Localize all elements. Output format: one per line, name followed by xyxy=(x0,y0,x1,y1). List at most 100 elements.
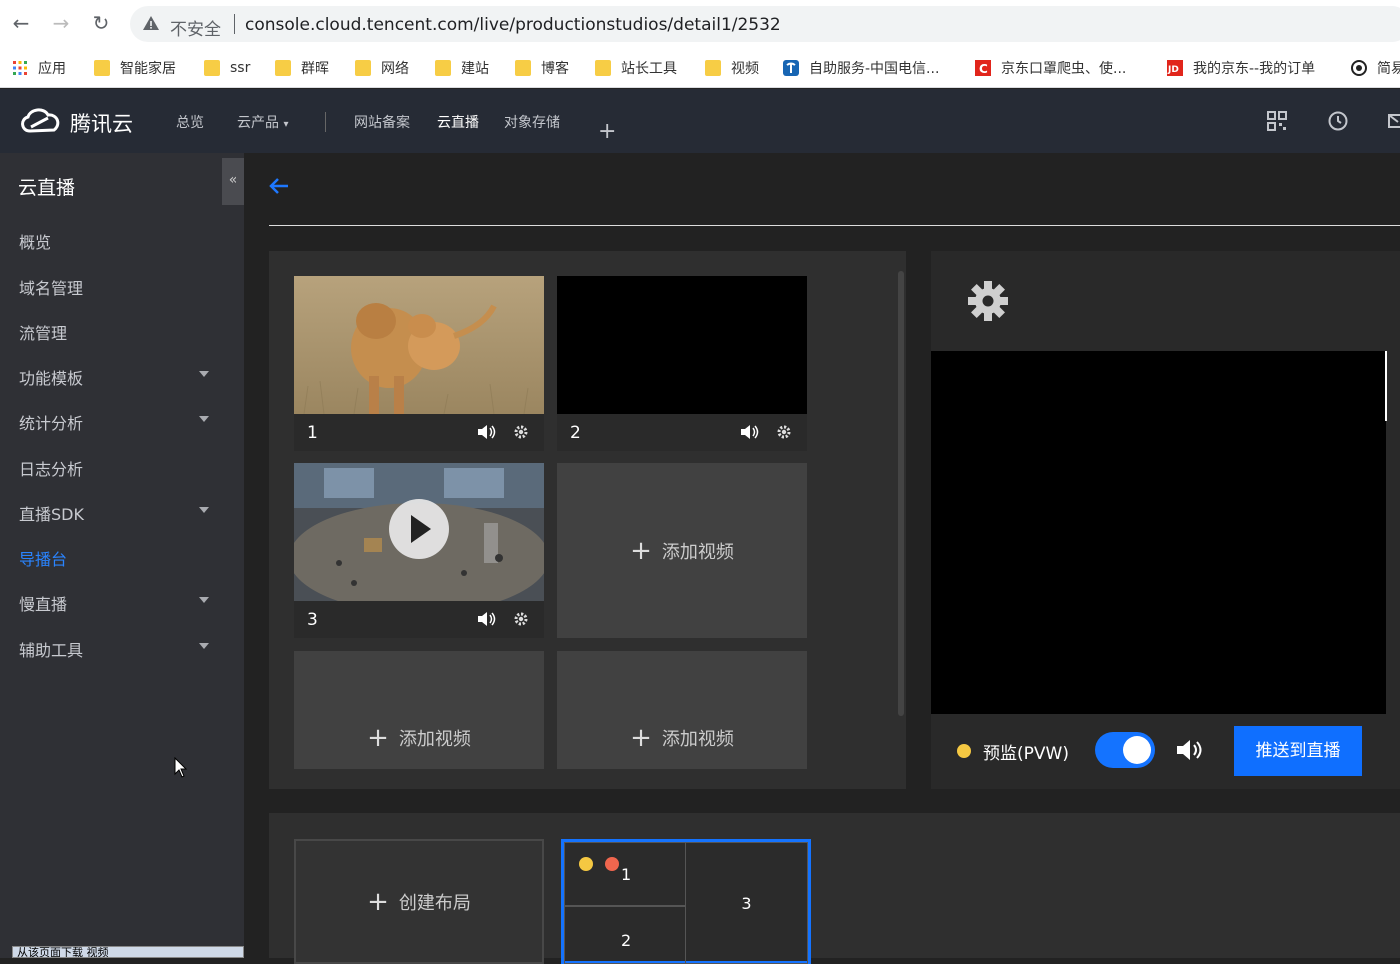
back-icon[interactable]: ← xyxy=(10,12,32,34)
volume-icon[interactable] xyxy=(477,424,497,440)
video-thumbnail[interactable] xyxy=(294,463,544,601)
mouse-cursor-icon xyxy=(174,757,188,778)
warehouse-thumbnail xyxy=(294,463,544,601)
chevron-down-icon xyxy=(199,371,209,377)
c-logo-icon: C xyxy=(975,60,991,76)
bookmark-jd-orders[interactable]: JD 我的京东--我的订单 xyxy=(1167,58,1315,78)
layout-cell: 3 xyxy=(685,842,808,964)
bookmark-folder[interactable]: 建站 xyxy=(435,58,489,78)
qrcode-icon[interactable] xyxy=(1267,111,1287,131)
sidebar-item-analytics[interactable]: 统计分析 xyxy=(19,410,83,434)
sidebar-item-overview[interactable]: 概览 xyxy=(19,229,51,253)
video-thumbnail[interactable] xyxy=(557,276,807,414)
back-arrow-icon[interactable] xyxy=(268,175,290,197)
sidebar-item-tools[interactable]: 辅助工具 xyxy=(19,637,83,661)
chevron-down-icon xyxy=(199,597,209,603)
bookmark-folder[interactable]: 视频 xyxy=(705,58,759,78)
video-thumbnail[interactable] xyxy=(294,276,544,414)
nav-products[interactable]: 云产品 ▾ xyxy=(237,112,288,132)
clock-icon[interactable] xyxy=(1328,111,1348,131)
sidebar-title: 云直播 xyxy=(18,177,76,199)
add-shortcut-button[interactable]: + xyxy=(598,121,616,143)
gear-icon[interactable] xyxy=(513,611,529,627)
folder-icon xyxy=(275,60,291,76)
layout-card[interactable]: 1 2 3 xyxy=(561,839,811,964)
plus-icon: + xyxy=(630,723,652,753)
sidebar-item-templates[interactable]: 功能模板 xyxy=(19,365,83,389)
bookmark-apps[interactable]: 应用 xyxy=(12,58,66,78)
nav-overview[interactable]: 总览 xyxy=(176,112,204,132)
gear-icon[interactable] xyxy=(966,279,1010,323)
gear-icon[interactable] xyxy=(513,424,529,440)
bookmark-folder[interactable]: 网络 xyxy=(355,58,409,78)
nav-live[interactable]: 云直播 xyxy=(437,112,479,132)
tencent-cloud-logo-icon xyxy=(21,108,60,133)
download-bar[interactable]: 从该页面下载 视频 xyxy=(12,946,244,958)
folder-icon xyxy=(515,60,531,76)
plus-icon: + xyxy=(630,535,652,566)
sidebar-item-logs[interactable]: 日志分析 xyxy=(19,456,83,480)
add-video-button[interactable]: + 添加视频 xyxy=(294,651,544,769)
bookmark-folder[interactable]: 群晖 xyxy=(275,58,329,78)
sidebar-item-sdk[interactable]: 直播SDK xyxy=(19,501,84,525)
scrollbar[interactable] xyxy=(898,271,904,716)
mail-icon[interactable] xyxy=(1388,111,1400,131)
add-video-button[interactable]: + 添加视频 xyxy=(557,651,807,769)
volume-icon[interactable] xyxy=(740,424,760,440)
nav-cos[interactable]: 对象存储 xyxy=(504,112,560,132)
push-to-live-button[interactable]: 推送到直播 xyxy=(1234,726,1362,776)
insecure-label: 不安全 xyxy=(170,20,221,40)
bookmark-simple[interactable]: 简易 xyxy=(1351,58,1400,78)
sidebar-item-streams[interactable]: 流管理 xyxy=(19,320,67,344)
folder-icon xyxy=(204,60,220,76)
status-dot xyxy=(579,857,593,871)
status-dot xyxy=(957,744,971,758)
tile-number: 3 xyxy=(307,610,318,630)
sidebar-item-studio[interactable]: 导播台 xyxy=(19,546,67,570)
folder-icon xyxy=(435,60,451,76)
chevron-down-icon: ▾ xyxy=(283,119,289,130)
nav-icp[interactable]: 网站备案 xyxy=(354,112,410,132)
tile-number: 1 xyxy=(307,423,318,443)
sidebar: 云直播 « 概览 域名管理 流管理 功能模板 统计分析 日志分析 直播SDK 导… xyxy=(0,153,244,958)
volume-icon[interactable] xyxy=(1175,739,1205,761)
gear-icon[interactable] xyxy=(776,424,792,440)
browser-toolbar: ← → ↻ 不安全 console.cloud.tencent.com/live… xyxy=(0,0,1400,48)
preview-label: 预监(PVW) xyxy=(983,744,1069,764)
bookmark-folder[interactable]: 智能家居 xyxy=(94,58,176,78)
url-text[interactable]: console.cloud.tencent.com/live/productio… xyxy=(245,15,781,35)
target-icon xyxy=(1351,60,1367,76)
preview-toggle[interactable] xyxy=(1095,732,1155,768)
source-grid: 1 2 3 + 添加视频 + 添加视频 + 添加视频 xyxy=(269,251,906,789)
forward-icon[interactable]: → xyxy=(50,12,72,34)
preview-video[interactable] xyxy=(931,351,1386,714)
add-video-button[interactable]: + 添加视频 xyxy=(557,463,807,638)
apps-grid-icon xyxy=(13,61,27,75)
svg-text:C: C xyxy=(979,62,988,76)
svg-text:JD: JD xyxy=(1167,65,1179,75)
chevron-down-icon xyxy=(199,507,209,513)
address-bar[interactable]: 不安全 console.cloud.tencent.com/live/produ… xyxy=(130,6,1400,42)
bookmark-jd-crawler[interactable]: C 京东口罩爬虫、使... xyxy=(975,58,1126,78)
jd-logo-icon: JD xyxy=(1167,60,1183,76)
bookmark-folder[interactable]: 站长工具 xyxy=(595,58,677,78)
volume-icon[interactable] xyxy=(477,611,497,627)
status-dot xyxy=(605,857,619,871)
collapse-sidebar-button[interactable]: « xyxy=(222,158,244,205)
brand-name[interactable]: 腾讯云 xyxy=(70,108,133,138)
chevron-down-icon xyxy=(199,643,209,649)
folder-icon xyxy=(705,60,721,76)
preview-panel: 预监(PVW) 推送到直播 xyxy=(931,251,1400,789)
main-content: 1 2 3 + 添加视频 + 添加视频 + 添加视频 预监(PVW) 推送到直播… xyxy=(244,153,1400,964)
reload-icon[interactable]: ↻ xyxy=(90,12,112,34)
console-top-nav: 腾讯云 总览 云产品 ▾ 网站备案 云直播 对象存储 + xyxy=(0,89,1400,153)
create-layout-button[interactable]: + 创建布局 xyxy=(294,839,544,964)
lion-thumbnail xyxy=(294,276,544,414)
telecom-logo-icon xyxy=(783,60,799,76)
bookmark-telecom[interactable]: 自助服务-中国电信... xyxy=(783,58,939,78)
tile-number: 2 xyxy=(570,423,581,443)
bookmark-folder[interactable]: ssr xyxy=(204,58,250,78)
sidebar-item-slow-live[interactable]: 慢直播 xyxy=(19,591,67,615)
sidebar-item-domains[interactable]: 域名管理 xyxy=(19,275,83,299)
bookmark-folder[interactable]: 博客 xyxy=(515,58,569,78)
